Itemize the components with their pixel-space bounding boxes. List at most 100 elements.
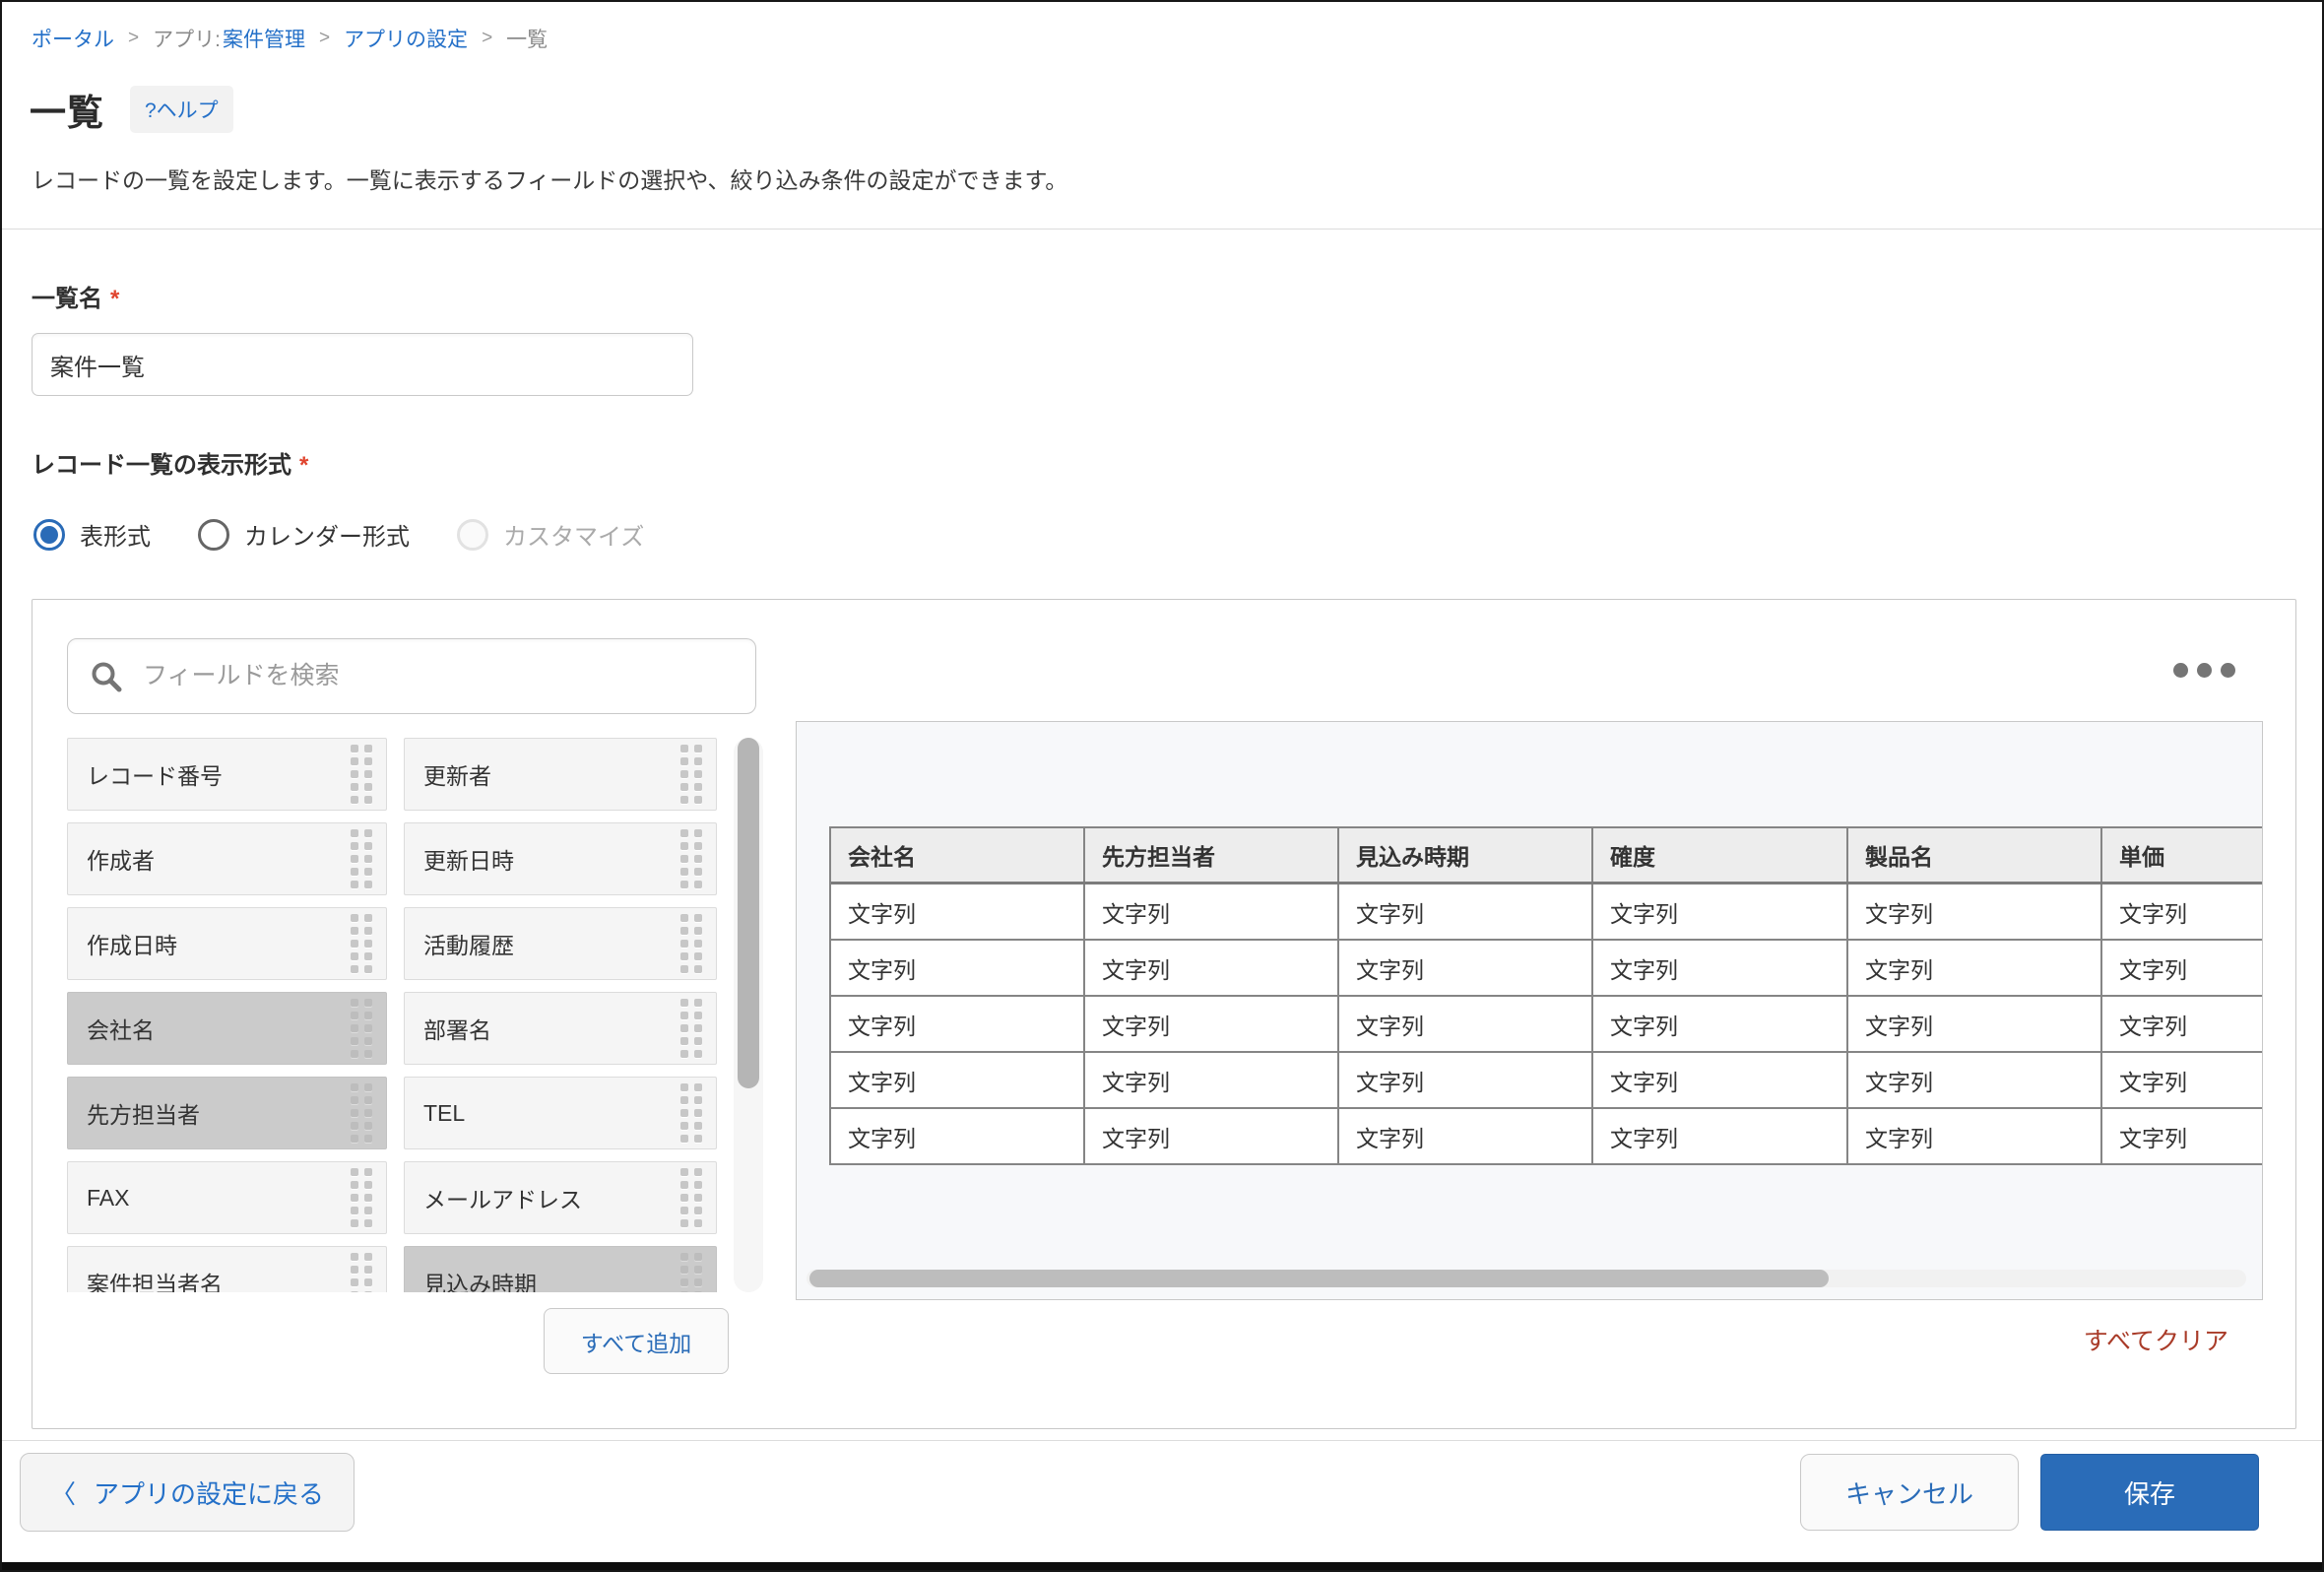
preview-header-cell[interactable]: 製品名: [1848, 828, 2102, 882]
preview-cell: 文字列: [1848, 884, 2102, 939]
preview-header-cell[interactable]: 確度: [1593, 828, 1848, 882]
field-chip[interactable]: 更新日時: [404, 822, 717, 895]
breadcrumb-separator: >: [318, 28, 331, 48]
radio-selected-icon[interactable]: [33, 518, 65, 551]
breadcrumb-link-app[interactable]: 案件管理: [223, 24, 305, 53]
preview-row: 文字列 文字列 文字列 文字列 文字列 文字列: [831, 884, 2262, 941]
field-chip[interactable]: TEL: [404, 1077, 717, 1149]
field-chip-label: 更新日時: [423, 848, 514, 874]
field-list: レコード番号 作成者作成日時会社名先方担当者 FAX 案件担当者名 更新者更新日時活動…: [67, 738, 717, 1292]
breadcrumb-app-prefix: アプリ:: [153, 29, 221, 51]
breadcrumb: ポータル > アプリ: 案件管理 > アプリの設定 > 一覧: [2, 2, 2322, 53]
required-mark: *: [110, 286, 120, 312]
list-settings-page: ポータル > アプリ: 案件管理 > アプリの設定 > 一覧 一覧 ?ヘルプ レコ…: [0, 0, 2324, 1572]
list-name-input[interactable]: [32, 333, 693, 396]
preview-cell: 文字列: [2102, 884, 2262, 939]
back-to-settings-button[interactable]: 〈 アプリの設定に戻る: [20, 1453, 355, 1532]
cancel-button[interactable]: キャンセル: [1800, 1454, 2019, 1531]
back-to-settings-label: アプリの設定に戻る: [94, 1478, 325, 1509]
field-chip-label: 更新者: [423, 763, 491, 789]
save-button[interactable]: 保存: [2040, 1454, 2259, 1531]
radio-option-calendar[interactable]: カレンダー形式: [198, 517, 410, 552]
breadcrumb-separator: >: [128, 28, 140, 48]
field-chip[interactable]: FAX: [67, 1161, 387, 1234]
field-chip[interactable]: 見込み時期: [404, 1246, 717, 1292]
field-chip[interactable]: 案件担当者名: [67, 1246, 387, 1292]
preview-cell: 文字列: [1848, 1053, 2102, 1107]
field-chip[interactable]: 作成者: [67, 822, 387, 895]
drag-handle-icon[interactable]: [680, 1168, 702, 1227]
field-chip[interactable]: 先方担当者: [67, 1077, 387, 1149]
drag-handle-icon[interactable]: [351, 1083, 372, 1143]
preview-cell: 文字列: [2102, 997, 2262, 1051]
title-row: 一覧 ?ヘルプ: [30, 83, 2322, 136]
drag-handle-icon[interactable]: [680, 914, 702, 973]
options-menu-button[interactable]: [2167, 657, 2241, 684]
drag-handle-icon[interactable]: [351, 1168, 372, 1227]
field-chip-label: FAX: [87, 1184, 130, 1211]
preview-header-cell[interactable]: 先方担当者: [1085, 828, 1339, 882]
preview-cell: 文字列: [1848, 941, 2102, 995]
drag-handle-icon[interactable]: [351, 914, 372, 973]
list-name-label-text: 一覧名: [32, 286, 102, 312]
field-chip[interactable]: メールアドレス: [404, 1161, 717, 1234]
clear-all-link[interactable]: すべてクリア: [2084, 1322, 2228, 1357]
search-icon: [92, 662, 122, 691]
preview-cell: 文字列: [1339, 997, 1593, 1051]
preview-cell: 文字列: [1339, 941, 1593, 995]
preview-table: 会社名 先方担当者 見込み時期 確度 製品名 単価 文字列 文字列 文字列 文字列 文字列 文字列 文字…: [829, 826, 2262, 1165]
drag-handle-icon[interactable]: [680, 999, 702, 1058]
preview-cell: 文字列: [831, 884, 1085, 939]
preview-cell: 文字列: [1085, 884, 1339, 939]
breadcrumb-current: 一覧: [506, 29, 549, 51]
field-chip[interactable]: 部署名: [404, 992, 717, 1065]
preview-cell: 文字列: [831, 941, 1085, 995]
radio-unselected-icon[interactable]: [198, 518, 229, 551]
ellipsis-dot-icon: [2173, 663, 2188, 678]
drag-handle-icon[interactable]: [351, 745, 372, 804]
field-chip-label: 先方担当者: [87, 1102, 200, 1128]
footer-actions: キャンセル 保存: [1800, 1454, 2259, 1531]
preview-hscrollbar-thumb[interactable]: [809, 1270, 1829, 1287]
preview-cell: 文字列: [1339, 884, 1593, 939]
preview-row: 文字列 文字列 文字列 文字列 文字列 文字列: [831, 941, 2262, 997]
breadcrumb-link-app-settings[interactable]: アプリの設定: [344, 24, 468, 53]
display-format-options: 表形式 カレンダー形式 カスタマイズ: [33, 517, 2322, 552]
preview-cell: 文字列: [831, 1053, 1085, 1107]
help-link[interactable]: ?ヘルプ: [130, 86, 233, 133]
field-search-input[interactable]: [143, 662, 734, 690]
preview-header-cell[interactable]: 単価: [2102, 828, 2262, 882]
preview-cell: 文字列: [2102, 1109, 2262, 1163]
field-chip[interactable]: 会社名: [67, 992, 387, 1065]
drag-handle-icon[interactable]: [351, 1253, 372, 1292]
preview-cell: 文字列: [2102, 941, 2262, 995]
preview-hscrollbar[interactable]: [807, 1270, 2246, 1287]
preview-cell: 文字列: [1593, 1109, 1848, 1163]
preview-header-cell[interactable]: 会社名: [831, 828, 1085, 882]
drag-handle-icon[interactable]: [680, 829, 702, 888]
window-bottom-edge: [2, 1562, 2322, 1570]
preview-cell: 文字列: [1339, 1053, 1593, 1107]
breadcrumb-link-portal[interactable]: ポータル: [32, 24, 114, 53]
radio-disabled-icon: [457, 518, 488, 551]
field-list-scrollbar[interactable]: [734, 738, 763, 1292]
field-list-scrollbar-thumb[interactable]: [738, 738, 759, 1088]
field-chip[interactable]: 作成日時: [67, 907, 387, 980]
drag-handle-icon[interactable]: [351, 829, 372, 888]
preview-row: 文字列 文字列 文字列 文字列 文字列 文字列: [831, 997, 2262, 1053]
display-format-label-text: レコード一覧の表示形式: [32, 452, 291, 479]
radio-option-table[interactable]: 表形式: [33, 517, 151, 552]
required-mark: *: [299, 452, 309, 479]
drag-handle-icon[interactable]: [680, 1083, 702, 1143]
preview-row: 文字列 文字列 文字列 文字列 文字列 文字列: [831, 1053, 2262, 1109]
field-chip[interactable]: レコード番号: [67, 738, 387, 811]
drag-handle-icon[interactable]: [351, 999, 372, 1058]
chevron-left-icon: 〈: [50, 1478, 77, 1509]
preview-header-cell[interactable]: 見込み時期: [1339, 828, 1593, 882]
add-all-button[interactable]: すべて追加: [544, 1308, 729, 1374]
field-chip[interactable]: 活動履歴: [404, 907, 717, 980]
field-chip[interactable]: 更新者: [404, 738, 717, 811]
drag-handle-icon[interactable]: [680, 1253, 702, 1292]
field-chip-label: 見込み時期: [423, 1272, 537, 1292]
drag-handle-icon[interactable]: [680, 745, 702, 804]
